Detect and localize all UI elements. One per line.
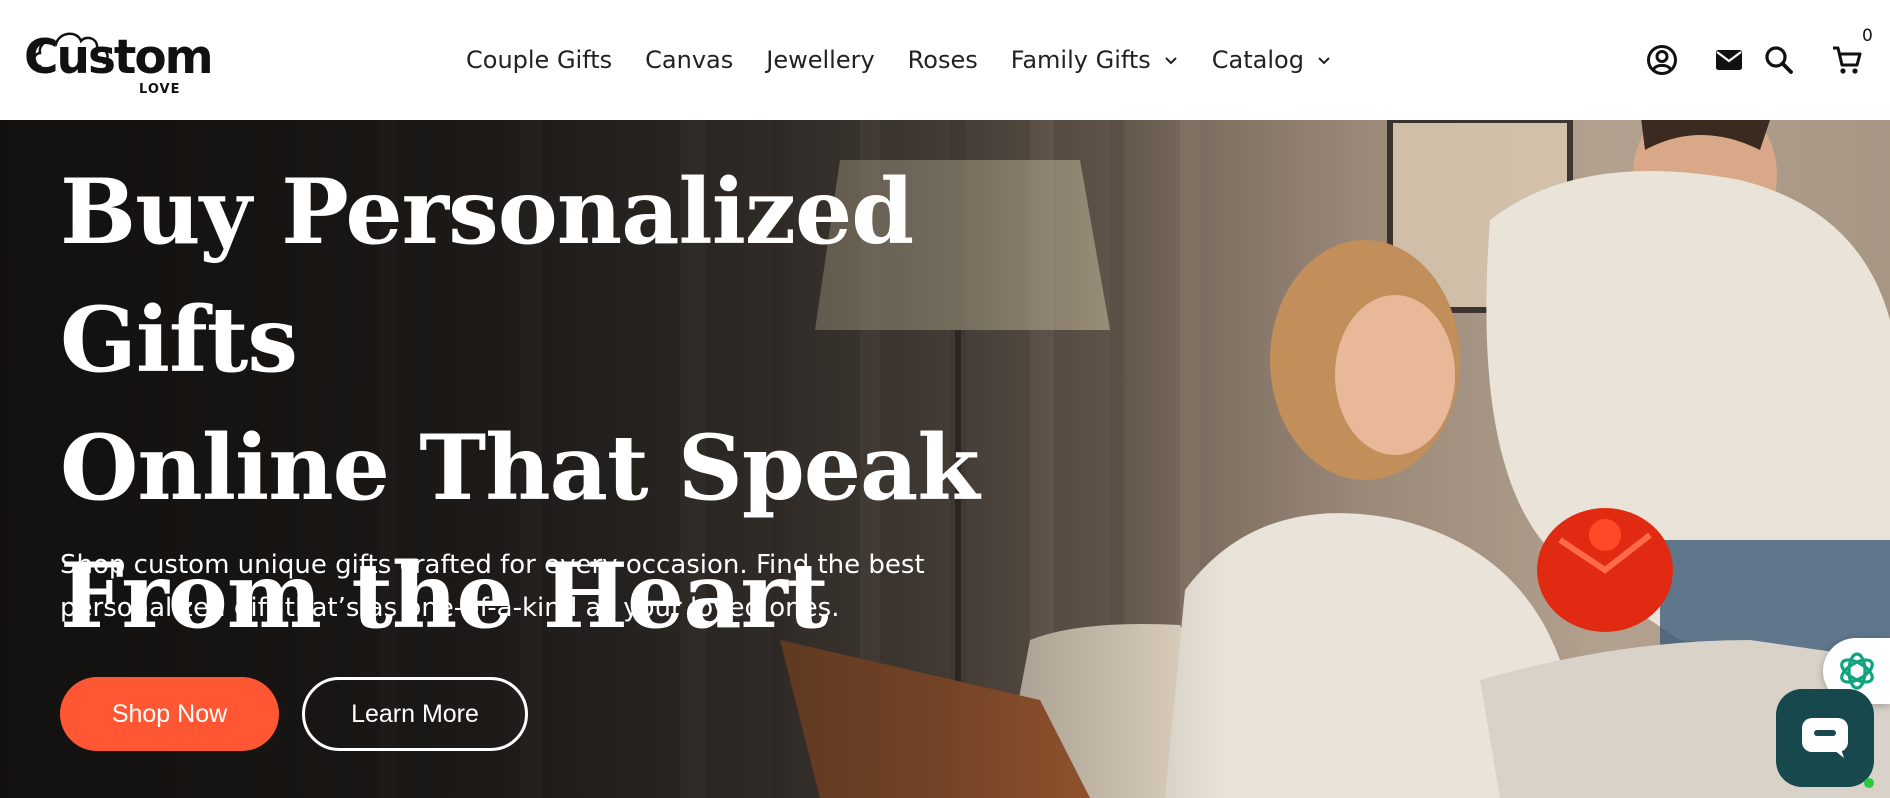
chat-bubble-icon bbox=[1802, 718, 1848, 758]
account-icon[interactable] bbox=[1642, 40, 1682, 80]
hero-title-line: Online That Speak bbox=[60, 415, 980, 521]
chevron-down-icon bbox=[1163, 52, 1179, 68]
nav-item-label: Catalog bbox=[1211, 46, 1304, 74]
mail-icon[interactable] bbox=[1709, 40, 1749, 80]
nav-item-family-gifts[interactable]: Family Gifts bbox=[1011, 46, 1179, 74]
learn-more-button[interactable]: Learn More bbox=[302, 677, 528, 751]
nav-item-label: Couple Gifts bbox=[466, 46, 613, 74]
hero-description: Shop custom unique gifts crafted for eve… bbox=[60, 544, 960, 630]
cart-icon[interactable] bbox=[1827, 40, 1867, 80]
hero-description-line: Shop custom unique gifts crafted for eve… bbox=[60, 550, 925, 580]
chat-widget-button[interactable] bbox=[1776, 689, 1874, 787]
nav-item-label: Family Gifts bbox=[1010, 46, 1151, 74]
main-nav: Couple Gifts Canvas Jewellery Roses Fami… bbox=[466, 0, 1365, 120]
online-status-dot bbox=[1864, 778, 1874, 788]
cart-count-badge: 0 bbox=[1862, 26, 1873, 46]
nav-item-label: Roses bbox=[907, 46, 978, 74]
shop-now-button[interactable]: Shop Now bbox=[60, 677, 279, 751]
chevron-down-icon bbox=[1316, 52, 1332, 68]
openai-logo-icon bbox=[1839, 652, 1874, 690]
site-header: Custom LOVE Couple Gifts Canvas Jeweller… bbox=[0, 0, 1890, 120]
nav-item-canvas[interactable]: Canvas bbox=[645, 46, 733, 74]
nav-item-jewellery[interactable]: Jewellery bbox=[766, 46, 874, 74]
nav-item-label: Canvas bbox=[645, 46, 734, 74]
hero-title-line: Buy Personalized Gifts bbox=[60, 159, 914, 393]
nav-item-couple-gifts[interactable]: Couple Gifts bbox=[466, 46, 612, 74]
nav-item-roses[interactable]: Roses bbox=[908, 46, 978, 74]
brand-logo[interactable]: Custom LOVE bbox=[22, 20, 214, 100]
nav-item-label: Jewellery bbox=[766, 46, 875, 74]
logo-wordmark: Custom bbox=[24, 30, 214, 85]
search-icon[interactable] bbox=[1759, 40, 1799, 80]
hero-description-line: personalized gift that’s as one-of-a-kin… bbox=[60, 593, 840, 623]
nav-item-catalog[interactable]: Catalog bbox=[1212, 46, 1332, 74]
logo-subtext: LOVE bbox=[139, 82, 181, 97]
hero-banner: Buy Personalized Gifts Online That Speak… bbox=[0, 120, 1890, 798]
